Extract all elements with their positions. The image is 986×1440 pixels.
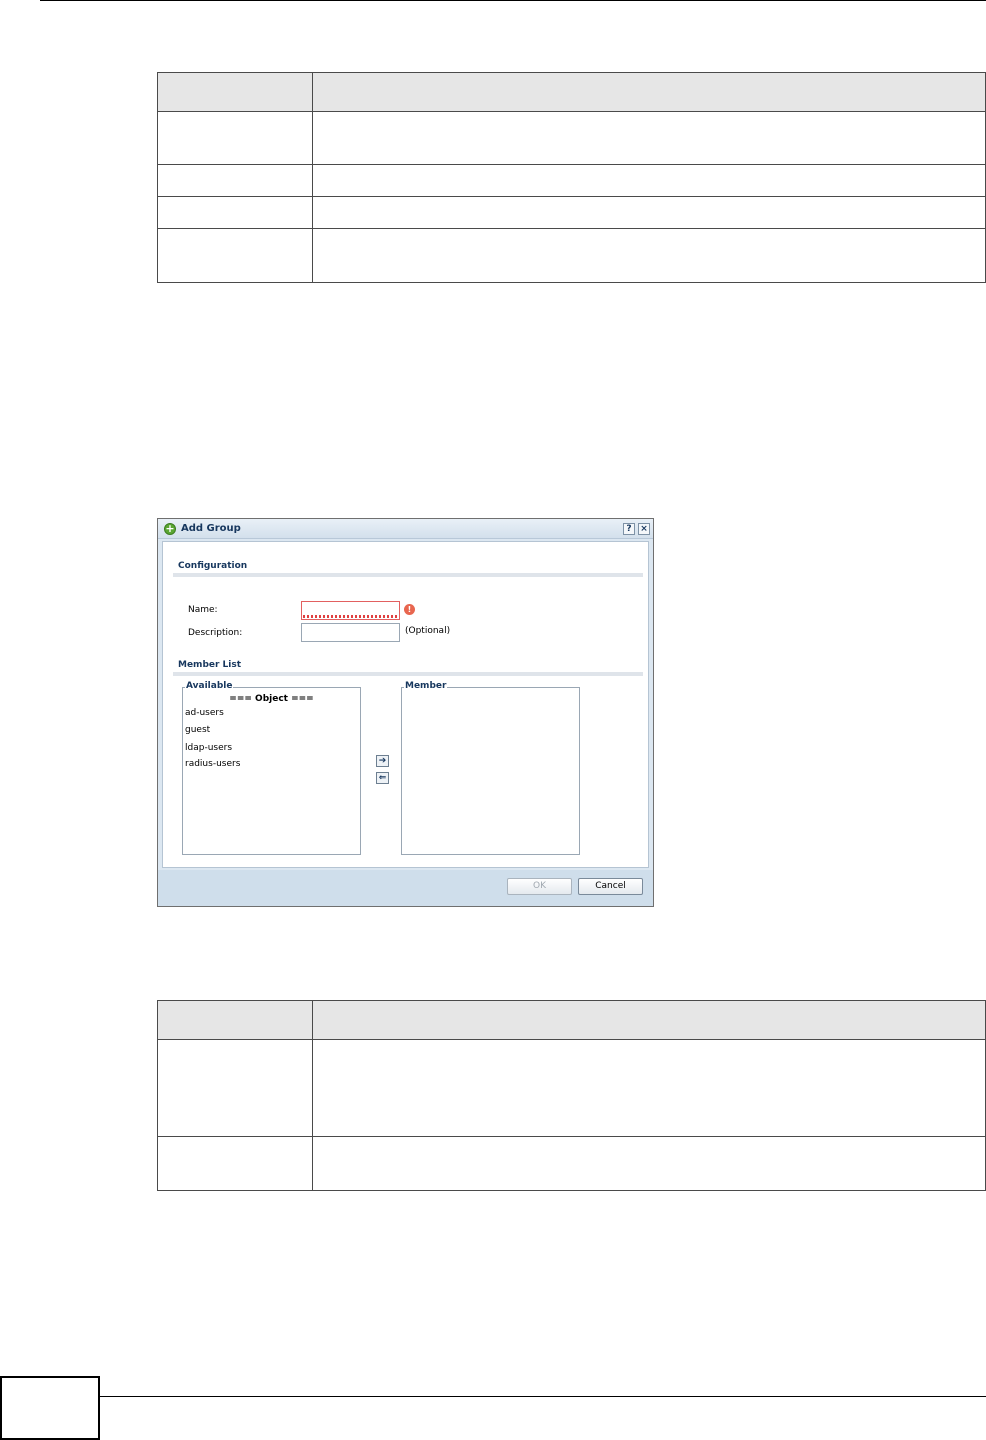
optional-label: (Optional) xyxy=(405,626,451,636)
member-list-title: Member List xyxy=(178,660,242,670)
close-button[interactable]: × xyxy=(638,523,650,535)
dialog-title-bar: + Add Group ? × xyxy=(158,519,653,539)
remove-member-button[interactable]: ⇐ xyxy=(376,772,389,784)
description-label: Description: xyxy=(188,628,243,638)
table-cell xyxy=(312,196,986,229)
table-cell xyxy=(157,1136,313,1191)
name-input[interactable] xyxy=(301,601,400,620)
ok-button[interactable]: OK xyxy=(507,878,572,895)
list-item[interactable]: ldap-users xyxy=(185,743,232,753)
member-legend: Member xyxy=(404,681,448,691)
page-number-box xyxy=(0,1376,100,1440)
table-row xyxy=(157,1039,986,1137)
table-cell xyxy=(157,164,313,197)
list-group-header: === Object === xyxy=(229,694,314,704)
footer-rule xyxy=(100,1396,986,1397)
error-icon: ! xyxy=(404,604,415,615)
arrow-left-icon: ⇐ xyxy=(378,773,387,783)
table-cell xyxy=(157,196,313,229)
arrow-right-icon: ➔ xyxy=(378,756,387,766)
field-table-top xyxy=(157,72,986,283)
table-header-row xyxy=(157,72,986,112)
member-list[interactable]: Member xyxy=(401,681,580,855)
table-cell xyxy=(157,228,313,283)
description-input[interactable] xyxy=(301,623,400,642)
table-row xyxy=(157,164,986,197)
header-cell xyxy=(157,72,313,112)
available-list[interactable]: Available === Object === ad-users guest … xyxy=(182,681,361,855)
table-cell xyxy=(312,1039,986,1137)
table-row xyxy=(157,196,986,229)
table-cell xyxy=(312,164,986,197)
table-row xyxy=(157,111,986,165)
table-row xyxy=(157,228,986,283)
add-group-dialog: + Add Group ? × Configuration Name: ! De… xyxy=(157,518,654,907)
table-cell xyxy=(312,228,986,283)
table-header-row xyxy=(157,1000,986,1040)
header-cell xyxy=(312,1000,986,1040)
list-item[interactable]: guest xyxy=(185,725,210,735)
table-cell xyxy=(312,111,986,165)
dialog-title: Add Group xyxy=(181,523,241,534)
section-divider xyxy=(173,672,643,676)
list-item[interactable]: ad-users xyxy=(185,708,224,718)
header-cell xyxy=(157,1000,313,1040)
help-button[interactable]: ? xyxy=(623,523,635,535)
section-divider xyxy=(173,573,643,577)
name-label: Name: xyxy=(188,605,218,615)
header-rule xyxy=(40,0,986,1)
table-row xyxy=(157,1136,986,1191)
table-cell xyxy=(312,1136,986,1191)
add-icon: + xyxy=(164,522,176,535)
error-underline xyxy=(303,615,398,618)
available-legend: Available xyxy=(185,681,234,691)
table-cell xyxy=(157,1039,313,1137)
table-cell xyxy=(157,111,313,165)
dialog-body: Configuration Name: ! Description: (Opti… xyxy=(162,541,649,868)
configuration-title: Configuration xyxy=(178,561,248,571)
list-item[interactable]: radius-users xyxy=(185,759,240,769)
header-cell xyxy=(312,72,986,112)
add-member-button[interactable]: ➔ xyxy=(376,755,389,767)
field-table-bottom xyxy=(157,1000,986,1191)
dialog-footer: OK Cancel xyxy=(158,870,653,906)
cancel-button[interactable]: Cancel xyxy=(578,878,643,895)
